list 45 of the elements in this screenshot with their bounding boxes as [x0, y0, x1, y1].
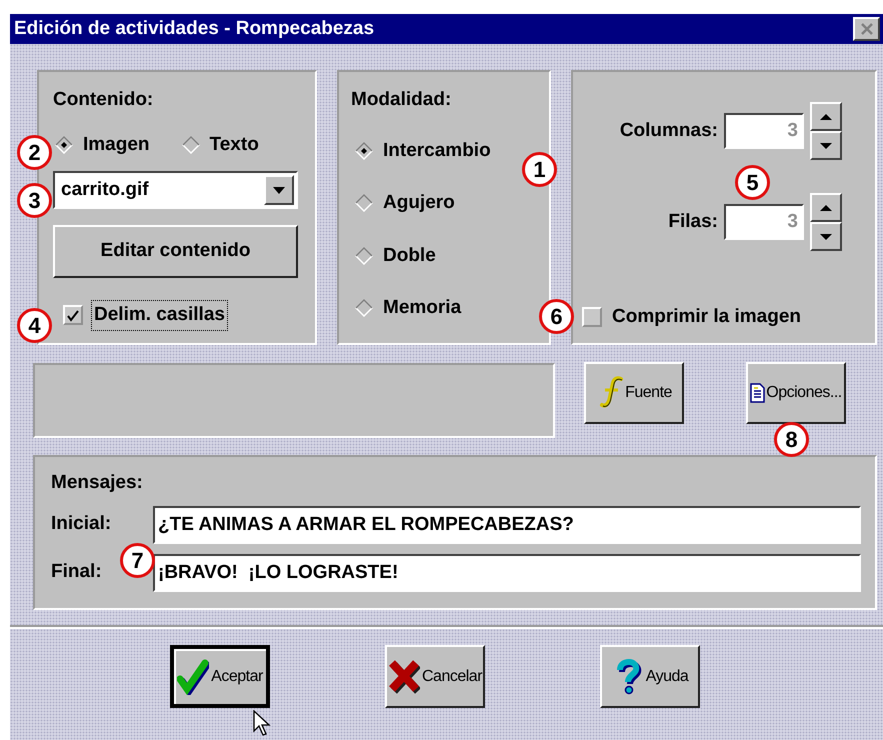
message-field[interactable]: ¿TE ANIMAS A ARMAR EL ROMPECABEZAS? [153, 506, 861, 544]
spin-down-button[interactable] [810, 222, 842, 251]
spin-down-button[interactable] [810, 131, 842, 160]
close-button[interactable] [853, 17, 880, 41]
field-label: Inicial: [51, 512, 112, 536]
radio-option[interactable]: Doble [355, 242, 436, 270]
checkbox-label[interactable]: Comprimir la imagen [612, 303, 801, 332]
dropdown-button[interactable] [264, 175, 294, 205]
pointer-icon [253, 710, 271, 737]
radio-option[interactable]: Texto [182, 130, 259, 159]
spin-up-button[interactable] [810, 102, 842, 131]
group-label: Mensajes: [51, 471, 144, 495]
checkbox-label[interactable]: Delim. casillas [91, 300, 228, 330]
group-label: Contenido: [53, 88, 154, 112]
cancel-button[interactable]: Cancelar [385, 645, 485, 708]
document-icon [750, 383, 766, 403]
checkbox[interactable] [63, 305, 83, 326]
caret-icon [272, 186, 286, 194]
message-field[interactable]: ¡BRAVO! ¡LO LOGRASTE! [153, 554, 861, 592]
check-icon [66, 308, 80, 322]
radio-option[interactable]: Imagen [55, 130, 150, 159]
close-icon [860, 22, 874, 36]
accept-button[interactable]: Aceptar [170, 645, 270, 708]
spin-up-button[interactable] [810, 193, 842, 222]
radio-option[interactable]: Agujero [355, 189, 455, 218]
window-title: Edición de actividades - Rompecabezas [14, 16, 374, 41]
up-arrow-icon [819, 112, 833, 120]
radio-option[interactable]: Memoria [355, 294, 462, 322]
options-button[interactable]: Opciones... [746, 362, 846, 424]
group-label: Modalidad: [351, 88, 452, 112]
dropdown-value: carrito.gif [61, 178, 149, 202]
up-arrow-icon [819, 204, 833, 212]
field-label: Final: [51, 560, 102, 584]
field-label: Columnas: [618, 118, 719, 143]
checkbox[interactable] [582, 307, 602, 328]
down-arrow-icon [819, 142, 833, 150]
help-button[interactable]: Ayuda [600, 645, 700, 708]
check-icon [177, 658, 210, 694]
file-dropdown[interactable]: carrito.gif [53, 171, 298, 209]
field-label: Filas: [667, 210, 719, 234]
down-arrow-icon [819, 232, 833, 240]
cross-icon [388, 658, 420, 694]
font-button[interactable]: Fuente [584, 362, 684, 424]
edit-content-button[interactable]: Editar contenido [53, 225, 298, 278]
radio-option[interactable]: Intercambio [355, 136, 491, 165]
